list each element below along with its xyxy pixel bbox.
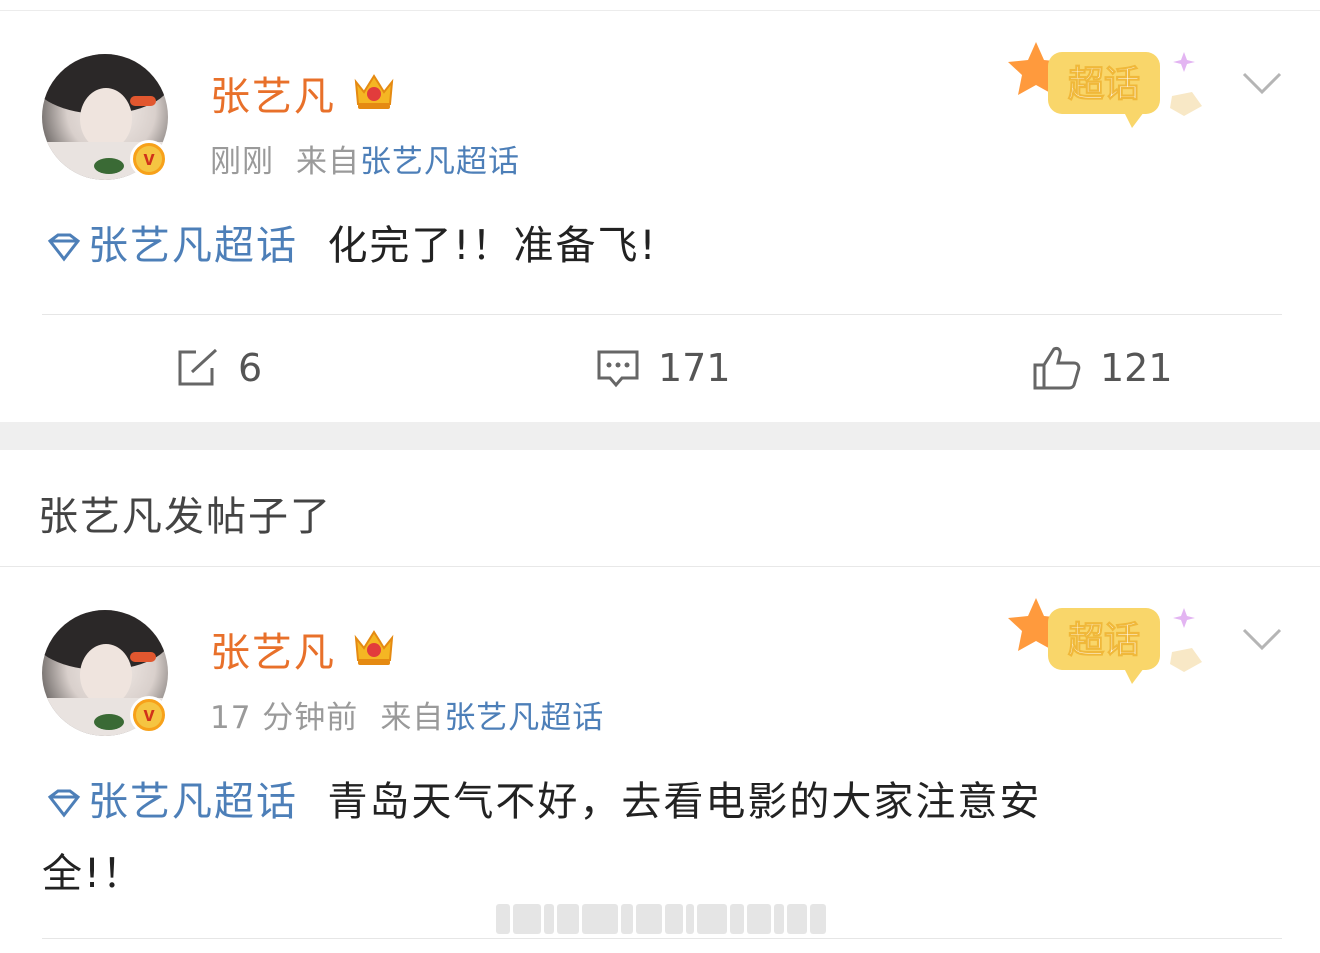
verified-badge-icon: v <box>130 140 168 178</box>
post-text-line1: 青岛天气不好，去看电影的大家注意安 <box>327 779 1042 825</box>
diamond-topic-icon <box>47 233 81 262</box>
chevron-down-icon[interactable] <box>1240 626 1284 652</box>
comment-button[interactable]: 171 <box>596 336 731 400</box>
thumbs-up-icon <box>1033 347 1081 390</box>
post-text: 化完了!！准备飞! <box>327 223 658 269</box>
crown-icon <box>354 74 394 109</box>
post-meta: 17 分钟前 来自张艺凡超话 <box>210 692 604 737</box>
source-link[interactable]: 张艺凡超话 <box>360 144 520 180</box>
repost-button[interactable]: 6 <box>176 336 262 400</box>
topic-link[interactable]: 张艺凡超话 <box>88 223 298 269</box>
post-content: 张艺凡超话 青岛天气不好，去看电影的大家注意安 全!！ <box>42 766 1282 910</box>
post-time: 刚刚 <box>210 144 274 180</box>
from-prefix: 来自 <box>296 144 360 180</box>
topic-link[interactable]: 张艺凡超话 <box>88 779 298 825</box>
section-separator <box>0 422 1320 450</box>
from-prefix: 来自 <box>380 700 445 736</box>
like-count: 121 <box>1100 346 1173 390</box>
section-title: 张艺凡发帖子了 <box>38 494 332 540</box>
post-content: 张艺凡超话 化完了!！准备飞! <box>42 210 1282 282</box>
verified-badge-icon: v <box>130 696 168 734</box>
post-time: 17 分钟前 <box>210 700 359 736</box>
divider <box>42 938 1282 939</box>
blurred-watermark <box>496 902 826 936</box>
svg-text:超话: 超话 <box>1068 620 1140 661</box>
super-topic-badge[interactable]: 超话 <box>1004 40 1214 150</box>
chevron-down-icon[interactable] <box>1240 70 1284 96</box>
repost-icon <box>178 348 218 386</box>
weibo-post-2: v 张艺凡 17 分钟前 来自张艺凡超话 超话 张艺凡超话 青岛天气不好，去看电影… <box>0 568 1320 953</box>
super-topic-badge[interactable]: 超话 <box>1004 596 1214 706</box>
post-meta: 刚刚 来自张艺凡超话 <box>210 136 520 181</box>
weibo-post-1: v 张艺凡 刚刚 来自张艺凡超话 超话 张艺凡超话 化完了!！准备飞! 6 17… <box>0 0 1320 422</box>
diamond-topic-icon <box>47 789 81 818</box>
username[interactable]: 张艺凡 <box>210 620 336 678</box>
divider <box>0 566 1320 567</box>
divider <box>42 314 1282 315</box>
source-link[interactable]: 张艺凡超话 <box>444 700 604 736</box>
action-bar: 6 171 121 <box>0 336 1320 400</box>
like-button[interactable]: 121 <box>1032 336 1173 400</box>
svg-text:超话: 超话 <box>1068 64 1140 105</box>
post-text-line2: 全!！ <box>42 851 145 897</box>
comment-count: 171 <box>658 346 731 390</box>
username[interactable]: 张艺凡 <box>210 64 336 122</box>
comment-icon <box>597 350 639 388</box>
repost-count: 6 <box>238 346 263 390</box>
crown-icon <box>354 630 394 665</box>
